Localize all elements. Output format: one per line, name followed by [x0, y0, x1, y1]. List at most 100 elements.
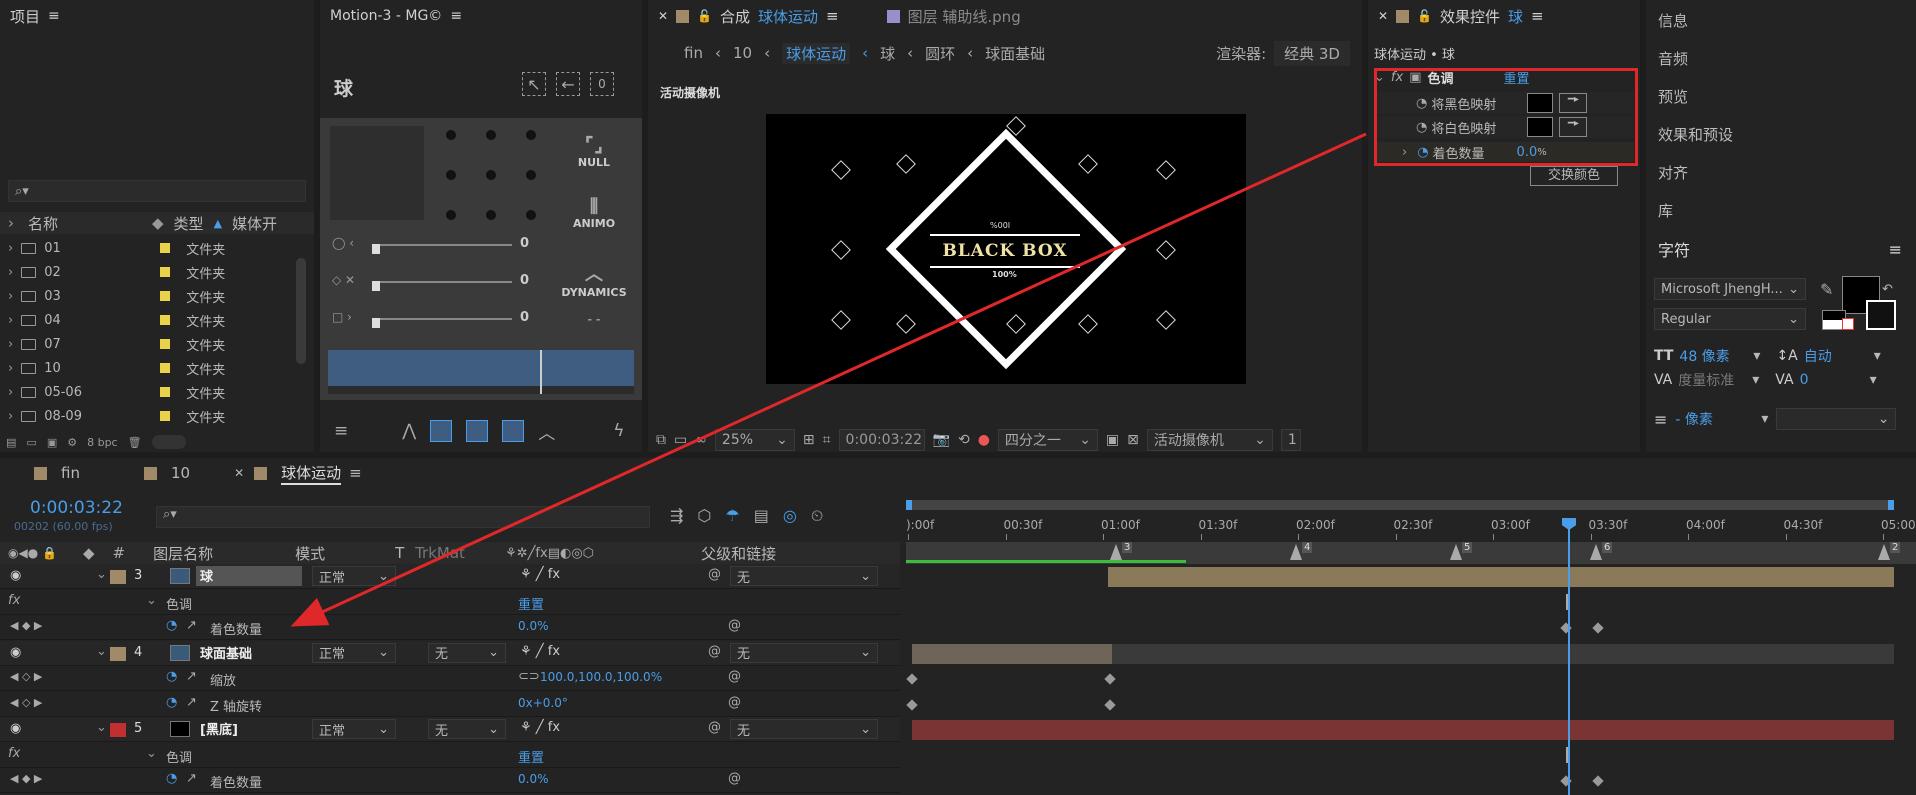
bpc-label[interactable]: 8 bpc: [87, 436, 118, 449]
label-color[interactable]: [160, 291, 171, 301]
switch-icons[interactable]: ⚘✲╱fx▤◐◎⬡: [505, 546, 701, 561]
crumb-ball[interactable]: 球: [880, 43, 895, 64]
label-icon[interactable]: ◆: [83, 544, 95, 562]
menu-icon[interactable]: ≡: [334, 421, 348, 441]
chevron-down-icon[interactable]: ▾: [1753, 348, 1760, 364]
graph-icon[interactable]: ↗: [186, 618, 197, 633]
list-item[interactable]: › 01 文件夹: [0, 236, 292, 260]
parent-dropdown[interactable]: 无 ⌄: [730, 566, 878, 586]
layer-bar[interactable]: [912, 720, 1894, 740]
layer-bar[interactable]: [1108, 567, 1894, 587]
col-trkmat[interactable]: TrkMat: [415, 544, 505, 562]
tab-fin[interactable]: fin: [61, 464, 80, 482]
zero-icon[interactable]: 0: [590, 72, 614, 96]
new-comp-icon[interactable]: ▣: [47, 436, 57, 449]
layer-tab[interactable]: 图层 辅助线.png: [908, 6, 1021, 27]
crumb-10[interactable]: 10: [733, 44, 752, 62]
effects-layer[interactable]: 球: [1508, 6, 1523, 27]
panel-item[interactable]: 信息: [1658, 10, 1688, 31]
label-color[interactable]: [160, 339, 171, 349]
playhead[interactable]: [1568, 522, 1570, 795]
table-row[interactable]: ◉ ⌄ 4 球面基础 正常 ⌄ 无 ⌄ ⚘ ╱ fx @ 无 ⌄: [0, 640, 900, 666]
slider-handle[interactable]: [372, 244, 380, 254]
label-color[interactable]: [160, 387, 171, 397]
keyframe[interactable]: [1592, 775, 1604, 787]
spiral-icon[interactable]: @: [728, 618, 741, 633]
property-value[interactable]: 0.0%: [518, 619, 549, 633]
chevron-down-icon[interactable]: ▾: [1752, 372, 1759, 388]
stopwatch-icon[interactable]: ◔: [166, 771, 177, 786]
linear-icon[interactable]: [430, 420, 453, 442]
anchor-point[interactable]: [446, 130, 456, 140]
stroke-dropdown[interactable]: ⌄: [1776, 408, 1897, 430]
tab-10[interactable]: 10: [171, 464, 190, 482]
anchor-point[interactable]: [446, 170, 456, 180]
property-row[interactable]: fx ⌄ 色调 重置: [0, 589, 900, 615]
eye-icon[interactable]: ◉: [10, 645, 21, 660]
renderer-value[interactable]: 经典 3D: [1274, 40, 1350, 66]
display-icon[interactable]: ▭: [674, 432, 687, 448]
trash-icon[interactable]: 🗑: [128, 436, 142, 449]
list-item[interactable]: › 08-09 文件夹: [0, 404, 292, 428]
slider-value[interactable]: 0: [520, 236, 529, 251]
ease-both-icon[interactable]: [466, 420, 489, 442]
chevron-right-icon[interactable]: ›: [8, 361, 13, 376]
stopwatch-icon[interactable]: ◔: [166, 618, 177, 633]
list-item[interactable]: › 02 文件夹: [0, 260, 292, 284]
label-color[interactable]: [160, 363, 171, 373]
chevron-down-icon[interactable]: ⌄: [146, 746, 157, 761]
slider-icons[interactable]: ◯ ‹: [332, 236, 354, 250]
preview-box[interactable]: [330, 126, 424, 220]
layer-name[interactable]: 球面基础: [196, 643, 302, 663]
label-color[interactable]: [160, 267, 171, 277]
leading-value[interactable]: 自动: [1804, 346, 1874, 366]
timeline-search[interactable]: ⌕▾: [156, 506, 650, 528]
slider-value[interactable]: 0: [520, 310, 529, 325]
graph-icon[interactable]: ↗: [186, 771, 197, 786]
timecode[interactable]: 0:00:03:22: [30, 498, 123, 518]
timecode-field[interactable]: 0:00:03:22: [838, 429, 925, 451]
label-swatch[interactable]: [110, 570, 126, 584]
chevron-up-icon[interactable]: ︿: [538, 419, 555, 444]
close-icon[interactable]: ✕: [658, 9, 668, 23]
property-value[interactable]: 0.0%: [518, 772, 549, 786]
char-title[interactable]: 字符: [1658, 237, 1690, 261]
link-icon[interactable]: ⊂⊃: [518, 669, 540, 684]
stroke-color[interactable]: [1866, 300, 1896, 330]
comp-flow-icon[interactable]: ⇶: [670, 506, 683, 526]
swap-icon[interactable]: ↶: [1882, 282, 1893, 297]
slider-track[interactable]: [372, 318, 512, 320]
draft-3d-icon[interactable]: ⬡: [697, 506, 711, 526]
font-size-value[interactable]: 48 像素: [1679, 346, 1753, 366]
swap-colors-button[interactable]: 交换颜色: [1530, 166, 1618, 186]
spiral-icon[interactable]: @: [728, 669, 741, 684]
chevron-down-icon[interactable]: ⌄: [96, 567, 107, 582]
region-icon[interactable]: ▣: [1106, 432, 1119, 448]
motion-null-button[interactable]: ⌜⌟ NULL: [568, 132, 620, 169]
trkmat-dropdown[interactable]: 无 ⌄: [428, 719, 506, 739]
property-row[interactable]: ◀ ◆ ▶ ◔ ↗ 着色数量 0.0% @: [0, 768, 900, 793]
property-row[interactable]: ◀ ◆ ▶ ◔ ↗ 着色数量 0.0% @: [0, 615, 900, 640]
label-color[interactable]: [160, 411, 171, 421]
mode-dropdown[interactable]: 正常 ⌄: [312, 719, 396, 739]
interpret-icon[interactable]: ▤: [6, 436, 16, 449]
pick-icon[interactable]: ↖: [522, 72, 546, 96]
stroke-value[interactable]: - 像素: [1675, 409, 1761, 429]
motion-blur-icon[interactable]: ◎: [783, 506, 797, 526]
ease-curve[interactable]: [328, 350, 634, 394]
ease-in-icon[interactable]: ⋀: [402, 421, 416, 441]
col-mode[interactable]: 模式: [295, 543, 395, 564]
search-input[interactable]: ⌕▾: [8, 180, 306, 202]
menu-icon[interactable]: ≡: [826, 7, 839, 25]
parent-dropdown[interactable]: 无 ⌄: [730, 642, 878, 663]
chevron-right-icon[interactable]: ›: [8, 385, 13, 400]
anchor-point[interactable]: [526, 210, 536, 220]
slider-handle[interactable]: [372, 281, 380, 291]
glasses-icon[interactable]: ∞: [695, 432, 707, 448]
crumb-current[interactable]: 球体运动: [782, 42, 851, 64]
list-item[interactable]: › 04 文件夹: [0, 308, 292, 332]
keyframe[interactable]: [1592, 622, 1604, 634]
fx-icon[interactable]: fx: [8, 593, 20, 608]
menu-icon[interactable]: ≡: [48, 8, 60, 24]
chevron-down-icon[interactable]: ⌄: [146, 593, 157, 608]
